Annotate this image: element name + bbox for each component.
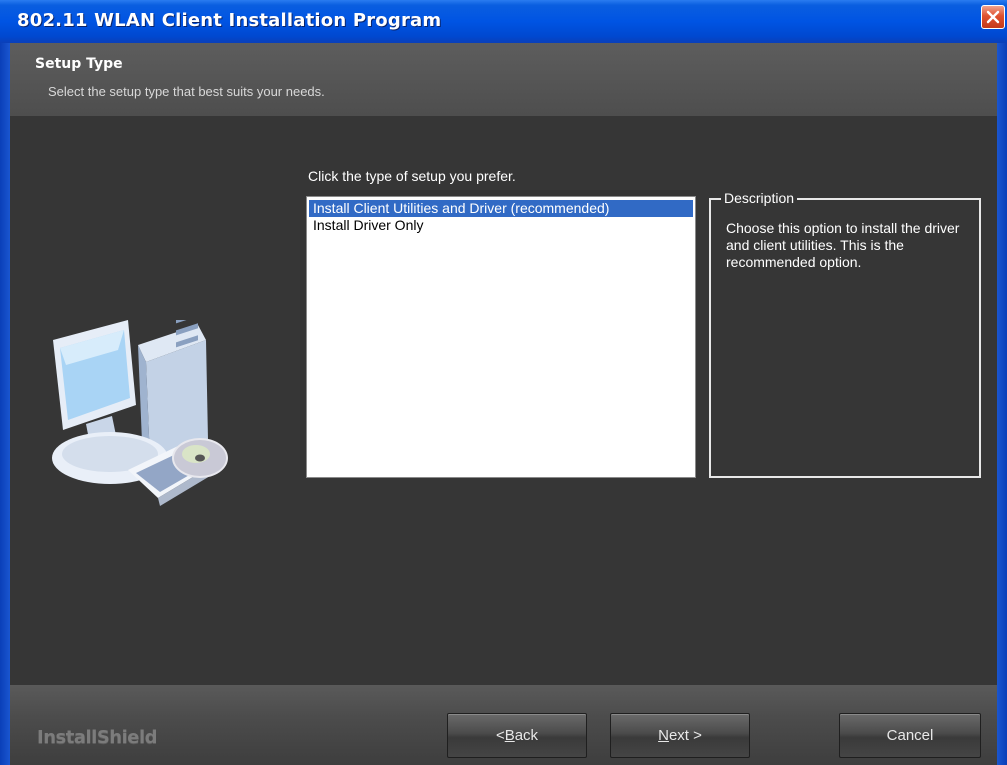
- back-button-prefix: <: [495, 727, 505, 744]
- description-text: Choose this option to install the driver…: [726, 220, 960, 270]
- header-panel: Setup Type Select the setup type that be…: [10, 43, 997, 116]
- next-button-accel: N: [658, 727, 669, 744]
- next-button-rest: ext >: [668, 727, 702, 744]
- installer-window: 802.11 WLAN Client Installation Program …: [0, 0, 1007, 765]
- list-item-client-utilities-and-driver[interactable]: Install Client Utilities and Driver (rec…: [309, 200, 693, 217]
- back-button[interactable]: < Back: [447, 713, 587, 758]
- setup-type-list[interactable]: Install Client Utilities and Driver (rec…: [306, 196, 696, 478]
- window-title: 802.11 WLAN Client Installation Program: [17, 10, 442, 31]
- window-frame-left: [0, 43, 10, 765]
- next-button[interactable]: Next >: [610, 713, 750, 758]
- page-title: Setup Type: [35, 56, 123, 72]
- window-frame-right: [997, 43, 1007, 765]
- close-icon: [986, 10, 1000, 24]
- page-subtitle: Select the setup type that best suits yo…: [48, 84, 325, 99]
- description-group: Description Choose this option to instal…: [709, 190, 981, 478]
- setup-prompt: Click the type of setup you prefer.: [308, 168, 516, 184]
- cancel-button[interactable]: Cancel: [839, 713, 981, 758]
- back-button-accel: B: [504, 727, 515, 744]
- title-bar[interactable]: 802.11 WLAN Client Installation Program: [0, 0, 1007, 43]
- back-button-rest: ack: [514, 727, 539, 744]
- description-legend: Description: [721, 190, 798, 206]
- installshield-logo: InstallShield: [37, 727, 158, 748]
- close-button[interactable]: [981, 5, 1005, 29]
- computer-with-cd-icon: [52, 320, 228, 506]
- list-item-driver-only[interactable]: Install Driver Only: [309, 217, 693, 234]
